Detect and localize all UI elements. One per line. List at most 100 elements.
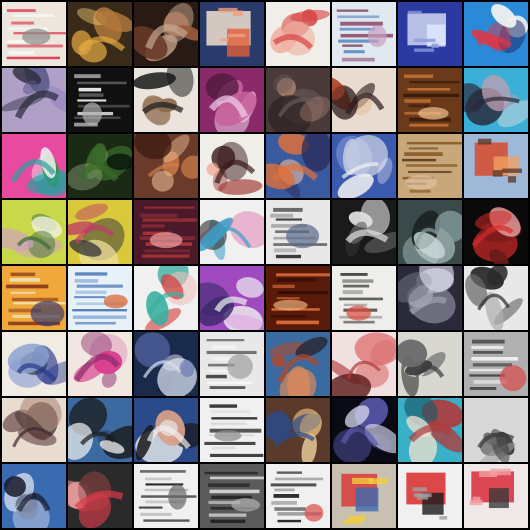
- sample-tile: [464, 266, 528, 330]
- sample-image: [134, 266, 198, 330]
- sample-tile: [266, 332, 330, 396]
- sample-tile: [200, 2, 264, 66]
- sample-tile: [68, 200, 132, 264]
- sample-image: [68, 200, 132, 264]
- sample-image: [398, 464, 462, 528]
- sample-tile: [266, 134, 330, 198]
- sample-image: [134, 134, 198, 198]
- sample-tile: [398, 134, 462, 198]
- sample-tile: [266, 68, 330, 132]
- sample-image: [398, 2, 462, 66]
- sample-image: [2, 332, 66, 396]
- sample-image: [134, 332, 198, 396]
- sample-tile: [464, 398, 528, 462]
- sample-tile: [2, 68, 66, 132]
- sample-image: [200, 398, 264, 462]
- sample-tile: [266, 464, 330, 528]
- sample-image: [398, 200, 462, 264]
- sample-image: [332, 2, 396, 66]
- sample-image: [68, 332, 132, 396]
- sample-image: [398, 332, 462, 396]
- sample-tile: [266, 200, 330, 264]
- sample-tile: [2, 398, 66, 462]
- sample-tile: [68, 332, 132, 396]
- sample-tile: [332, 332, 396, 396]
- sample-tile: [200, 464, 264, 528]
- sample-image: [464, 398, 528, 462]
- sample-image: [200, 266, 264, 330]
- sample-image: [200, 332, 264, 396]
- sample-image: [266, 464, 330, 528]
- sample-tile: [332, 200, 396, 264]
- sample-tile: [200, 398, 264, 462]
- sample-tile: [200, 332, 264, 396]
- sample-image: [332, 398, 396, 462]
- sample-image: [398, 398, 462, 462]
- sample-image: [266, 134, 330, 198]
- sample-image: [200, 68, 264, 132]
- sample-tile: [398, 68, 462, 132]
- sample-tile: [200, 134, 264, 198]
- sample-tile: [266, 398, 330, 462]
- sample-tile: [68, 134, 132, 198]
- sample-image: [68, 134, 132, 198]
- sample-tile: [2, 134, 66, 198]
- sample-tile: [68, 464, 132, 528]
- sample-image: [68, 464, 132, 528]
- image-grid: [0, 0, 530, 530]
- sample-tile: [464, 464, 528, 528]
- sample-image: [200, 464, 264, 528]
- sample-tile: [200, 68, 264, 132]
- sample-tile: [134, 332, 198, 396]
- sample-tile: [332, 68, 396, 132]
- sample-tile: [68, 266, 132, 330]
- sample-image: [332, 266, 396, 330]
- sample-tile: [134, 398, 198, 462]
- sample-tile: [2, 2, 66, 66]
- sample-image: [464, 134, 528, 198]
- sample-tile: [134, 68, 198, 132]
- sample-tile: [464, 68, 528, 132]
- sample-tile: [398, 464, 462, 528]
- sample-tile: [398, 332, 462, 396]
- sample-tile: [398, 200, 462, 264]
- sample-image: [398, 266, 462, 330]
- sample-image: [200, 2, 264, 66]
- sample-image: [464, 200, 528, 264]
- sample-image: [134, 68, 198, 132]
- sample-image: [134, 398, 198, 462]
- sample-image: [332, 332, 396, 396]
- sample-tile: [398, 266, 462, 330]
- sample-image: [266, 68, 330, 132]
- sample-image: [266, 200, 330, 264]
- sample-tile: [332, 398, 396, 462]
- sample-tile: [2, 200, 66, 264]
- sample-image: [2, 200, 66, 264]
- sample-image: [68, 398, 132, 462]
- sample-tile: [332, 266, 396, 330]
- sample-tile: [464, 332, 528, 396]
- sample-image: [464, 2, 528, 66]
- sample-image: [68, 2, 132, 66]
- sample-image: [134, 2, 198, 66]
- sample-tile: [332, 134, 396, 198]
- sample-image: [464, 332, 528, 396]
- sample-image: [266, 398, 330, 462]
- sample-image: [464, 68, 528, 132]
- sample-tile: [200, 266, 264, 330]
- sample-image: [68, 266, 132, 330]
- sample-tile: [2, 266, 66, 330]
- sample-image: [332, 464, 396, 528]
- sample-tile: [398, 398, 462, 462]
- sample-tile: [134, 2, 198, 66]
- sample-tile: [68, 398, 132, 462]
- sample-tile: [134, 266, 198, 330]
- sample-tile: [266, 266, 330, 330]
- sample-image: [200, 134, 264, 198]
- sample-tile: [134, 464, 198, 528]
- sample-image: [398, 68, 462, 132]
- sample-tile: [464, 134, 528, 198]
- sample-image: [2, 464, 66, 528]
- sample-tile: [464, 200, 528, 264]
- sample-tile: [134, 200, 198, 264]
